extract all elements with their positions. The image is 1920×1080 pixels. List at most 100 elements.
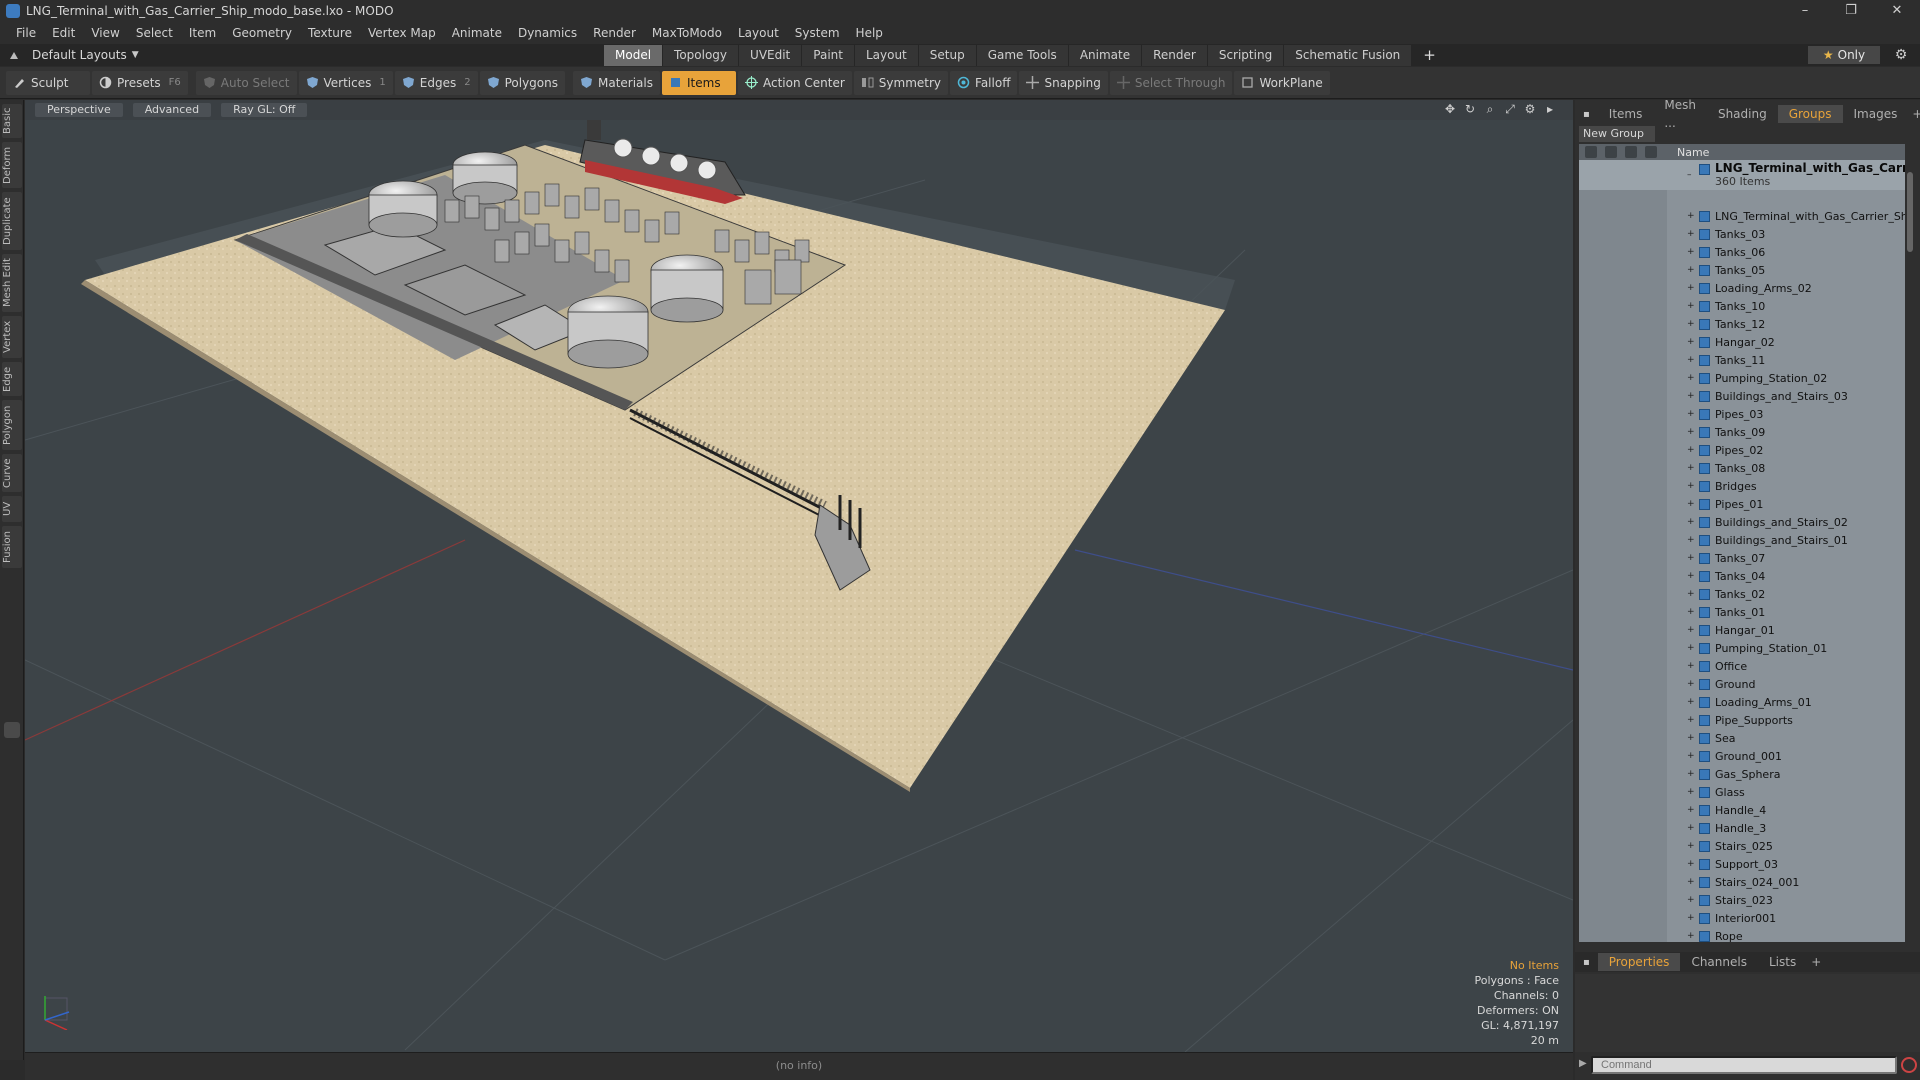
expand-icon[interactable]: +	[1687, 319, 1695, 329]
tree-item[interactable]: + Pipes_01	[1579, 495, 1905, 513]
vtab-duplicate[interactable]: Duplicate	[2, 192, 22, 250]
vtab-basic[interactable]: Basic	[2, 104, 22, 138]
expand-icon[interactable]: +	[1687, 571, 1695, 581]
select-through-button[interactable]: Select Through	[1109, 70, 1233, 95]
expand-icon[interactable]: +	[1687, 445, 1695, 455]
expand-icon[interactable]: +	[1687, 697, 1695, 707]
sculpt-button[interactable]: Sculpt	[6, 70, 90, 95]
vtab-fusion[interactable]: Fusion	[2, 526, 22, 568]
expand-icon[interactable]: +	[1687, 229, 1695, 239]
menu-dynamics[interactable]: Dynamics	[510, 22, 585, 44]
expand-icon[interactable]: +	[1687, 841, 1695, 851]
menu-view[interactable]: View	[83, 22, 127, 44]
viewport-gear-icon[interactable]: ⚙	[1523, 102, 1537, 116]
tab-layout[interactable]: Layout	[854, 45, 919, 66]
select-column-icon[interactable]	[1625, 146, 1637, 158]
tree-item[interactable]: + Tanks_10	[1579, 297, 1905, 315]
falloff-button[interactable]: Falloff	[950, 70, 1018, 95]
menu-file[interactable]: File	[8, 22, 44, 44]
tree-item[interactable]: + Tanks_01	[1579, 603, 1905, 621]
expand-icon[interactable]: +	[1687, 931, 1695, 941]
tab-groups[interactable]: Groups	[1777, 105, 1843, 123]
add-panel-tab-button[interactable]: +	[1908, 105, 1920, 123]
presets-button[interactable]: Presets F6	[92, 70, 188, 95]
tree-item[interactable]: + Pumping_Station_02	[1579, 369, 1905, 387]
expand-icon[interactable]: +	[1687, 643, 1695, 653]
tree-item[interactable]: + Pipes_03	[1579, 405, 1905, 423]
tree-item[interactable]: + Tanks_08	[1579, 459, 1905, 477]
menu-layout[interactable]: Layout	[730, 22, 787, 44]
tab-topology[interactable]: Topology	[663, 45, 740, 66]
expand-icon[interactable]: +	[1687, 895, 1695, 905]
add-prop-tab-button[interactable]: +	[1807, 953, 1825, 971]
move-view-icon[interactable]: ✥	[1443, 102, 1457, 116]
name-column-header[interactable]: Name	[1667, 146, 1709, 159]
tab-animate[interactable]: Animate	[1068, 45, 1143, 66]
tab-lists[interactable]: Lists	[1758, 953, 1807, 971]
new-group-button[interactable]: New Group	[1579, 126, 1655, 142]
expand-icon[interactable]: +	[1687, 481, 1695, 491]
tab-items[interactable]: Items	[1598, 105, 1654, 123]
materials-button[interactable]: Materials	[572, 70, 660, 95]
expand-icon[interactable]: +	[1687, 607, 1695, 617]
tree-item[interactable]: + Tanks_09	[1579, 423, 1905, 441]
expand-icon[interactable]: +	[1687, 301, 1695, 311]
raygl-button[interactable]: Ray GL: Off	[221, 103, 308, 117]
minimize-button[interactable]: –	[1782, 0, 1828, 22]
tree-root-group[interactable]: – LNG_Terminal_with_Gas_Carrier... 360 I…	[1579, 160, 1905, 190]
tree-item[interactable]: + Tanks_07	[1579, 549, 1905, 567]
menu-system[interactable]: System	[787, 22, 848, 44]
items-button[interactable]: Items	[662, 70, 736, 95]
tree-item[interactable]: + Ground	[1579, 675, 1905, 693]
expand-icon[interactable]: +	[1687, 625, 1695, 635]
render-column-icon[interactable]	[1645, 146, 1657, 158]
tree-item[interactable]: + Tanks_04	[1579, 567, 1905, 585]
vtab-polygon[interactable]: Polygon	[2, 400, 22, 450]
tree-item[interactable]: + Sea	[1579, 729, 1905, 747]
fit-view-icon[interactable]: ⤢	[1503, 102, 1517, 116]
tab-paint[interactable]: Paint	[802, 45, 855, 66]
vtab-edge[interactable]: Edge	[2, 362, 22, 396]
vtab-deform[interactable]: Deform	[2, 142, 22, 188]
expand-icon[interactable]: +	[1687, 859, 1695, 869]
tab-shading[interactable]: Shading	[1707, 105, 1778, 123]
expand-icon[interactable]: +	[1687, 211, 1695, 221]
prop-panel-menu-icon[interactable]: ▪	[1575, 957, 1598, 968]
tab-images[interactable]: Images	[1843, 105, 1909, 123]
snapping-button[interactable]: Snapping	[1019, 70, 1108, 95]
expand-icon[interactable]: +	[1687, 913, 1695, 923]
viewport-menu-arrow-icon[interactable]: ▸	[1543, 102, 1557, 116]
menu-item[interactable]: Item	[181, 22, 224, 44]
tree-item[interactable]: + Tanks_03	[1579, 225, 1905, 243]
workplane-button[interactable]: WorkPlane	[1234, 70, 1330, 95]
layout-dropdown[interactable]: Default Layouts ▼	[0, 48, 600, 62]
expand-icon[interactable]: +	[1687, 715, 1695, 725]
tab-model[interactable]: Model	[604, 45, 664, 66]
expand-icon[interactable]: +	[1687, 751, 1695, 761]
stop-command-icon[interactable]	[1901, 1057, 1917, 1073]
tree-item[interactable]: + Bridges	[1579, 477, 1905, 495]
expand-icon[interactable]: +	[1687, 553, 1695, 563]
tree-item[interactable]: + Handle_4	[1579, 801, 1905, 819]
menu-animate[interactable]: Animate	[444, 22, 510, 44]
polygons-button[interactable]: Polygons	[479, 70, 565, 95]
expand-icon[interactable]: +	[1687, 589, 1695, 599]
action-center-button[interactable]: Action Center	[738, 70, 852, 95]
3d-viewport[interactable]: Perspective Advanced Ray GL: Off ✥ ↻ ⌕ ⤢…	[25, 100, 1573, 1052]
tree-item[interactable]: + Stairs_023	[1579, 891, 1905, 909]
tree-item[interactable]: + Buildings_and_Stairs_02	[1579, 513, 1905, 531]
symmetry-button[interactable]: Symmetry	[853, 70, 949, 95]
tree-item[interactable]: + Ground_001	[1579, 747, 1905, 765]
rotate-view-icon[interactable]: ↻	[1463, 102, 1477, 116]
menu-geometry[interactable]: Geometry	[224, 22, 300, 44]
tree-item[interactable]: + Tanks_06	[1579, 243, 1905, 261]
tab-render[interactable]: Render	[1142, 45, 1208, 66]
tree-item[interactable]: + Buildings_and_Stairs_01	[1579, 531, 1905, 549]
vertices-button[interactable]: Vertices 1	[298, 70, 393, 95]
menu-texture[interactable]: Texture	[300, 22, 360, 44]
expand-icon[interactable]: +	[1687, 661, 1695, 671]
expand-icon[interactable]: +	[1687, 517, 1695, 527]
tree-item[interactable]: + LNG_Terminal_with_Gas_Carrier_Ship	[1579, 207, 1905, 225]
tab-scripting[interactable]: Scripting	[1207, 45, 1285, 66]
tree-item[interactable]: + Rope	[1579, 927, 1905, 943]
